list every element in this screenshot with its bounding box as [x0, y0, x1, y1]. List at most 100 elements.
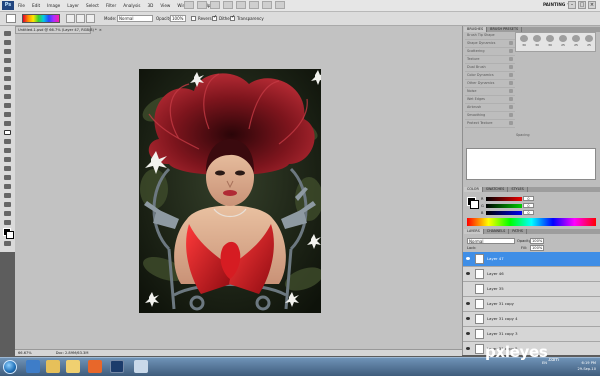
bridge-icon[interactable] — [184, 1, 194, 9]
marquee-tool[interactable] — [3, 39, 12, 46]
photoshop-taskbar-icon[interactable] — [110, 360, 124, 373]
visibility-eye-icon[interactable] — [466, 332, 470, 335]
brush-option[interactable]: Texture — [465, 56, 515, 64]
angle-gradient-icon[interactable] — [86, 14, 95, 23]
fill-field[interactable]: 100% — [530, 245, 544, 251]
menu-file[interactable]: File — [17, 3, 26, 8]
gradient-tool-preset-icon[interactable] — [6, 14, 16, 23]
visibility-eye-icon[interactable] — [466, 272, 470, 275]
color-spectrum-ramp[interactable] — [467, 218, 596, 226]
3d-rotate-tool[interactable] — [3, 192, 12, 199]
blur-tool[interactable] — [3, 138, 12, 145]
zoom-tool-icon[interactable] — [236, 1, 246, 9]
clone-stamp-tool[interactable] — [3, 102, 12, 109]
type-tool[interactable] — [3, 165, 12, 172]
pen-tool[interactable] — [3, 156, 12, 163]
brush-option[interactable]: Color Dynamics — [465, 72, 515, 80]
rotate-view-icon[interactable] — [249, 1, 259, 9]
layer-row[interactable]: Layer 31 copy — [463, 297, 600, 312]
layer-opacity-field[interactable]: 100% — [530, 238, 544, 244]
window-icon[interactable] — [134, 360, 148, 373]
dodge-tool[interactable] — [3, 147, 12, 154]
close-button[interactable]: × — [588, 1, 596, 9]
doc-size-readout[interactable]: Doc: 2.89M/63.3M — [56, 351, 89, 355]
dither-checkbox[interactable] — [212, 14, 217, 21]
brush-option[interactable]: Noise — [465, 88, 515, 96]
clock-date[interactable]: 29-Sep-10 — [577, 367, 596, 371]
history-brush-tool[interactable] — [3, 111, 12, 118]
zoom-level-icon[interactable] — [210, 1, 220, 9]
brush-tip[interactable]: 30 — [531, 34, 543, 51]
gradient-picker[interactable] — [22, 14, 60, 23]
menu-layer[interactable]: Layer — [66, 3, 80, 8]
layer-row[interactable]: Layer 47 — [463, 252, 600, 267]
arrange-documents-icon[interactable] — [262, 1, 272, 9]
blue-slider[interactable]: B 0 — [481, 210, 537, 216]
blue-slider-track[interactable] — [486, 211, 522, 215]
brush-tip[interactable]: 30 — [544, 34, 556, 51]
tab-layers[interactable]: LAYERS — [464, 229, 484, 234]
ie-icon[interactable] — [26, 360, 40, 373]
firefox-icon[interactable] — [88, 360, 102, 373]
menu-filter[interactable]: Filter — [105, 3, 117, 8]
menu-analysis[interactable]: Analysis — [122, 3, 141, 8]
layer-row[interactable]: Layer 31 copy 4 — [463, 312, 600, 327]
minimize-button[interactable]: – — [568, 1, 576, 9]
tab-color[interactable]: COLOR — [464, 187, 483, 192]
brush-option[interactable]: Brush Tip Shape — [465, 32, 515, 40]
blue-value-field[interactable]: 0 — [523, 210, 534, 215]
hand-tool-icon[interactable] — [223, 1, 233, 9]
visibility-eye-icon[interactable] — [466, 317, 470, 320]
reverse-checkbox[interactable] — [191, 16, 196, 21]
path-select-tool[interactable] — [3, 174, 12, 181]
tab-swatches[interactable]: SWATCHES — [483, 187, 509, 192]
menu-edit[interactable]: Edit — [31, 3, 41, 8]
shape-tool[interactable] — [3, 183, 12, 190]
gradient-tool[interactable] — [3, 129, 12, 136]
3d-orbit-tool[interactable] — [3, 201, 12, 208]
menu-image[interactable]: Image — [46, 3, 61, 8]
transparency-checkbox[interactable] — [230, 14, 235, 21]
blend-mode-select[interactable]: Normal — [467, 238, 515, 244]
eraser-tool[interactable] — [3, 120, 12, 127]
brush-tip[interactable]: 25 — [583, 34, 595, 51]
menu-view[interactable]: View — [159, 3, 171, 8]
brush-option[interactable]: Dual Brush — [465, 64, 515, 72]
move-tool[interactable] — [3, 30, 12, 37]
brush-option[interactable]: Other Dynamics — [465, 80, 515, 88]
quick-mask-button[interactable] — [3, 240, 12, 247]
brush-option[interactable]: Airbrush — [465, 104, 515, 112]
tab-styles[interactable]: STYLES — [508, 187, 528, 192]
close-icon[interactable]: × — [99, 28, 102, 32]
crop-tool[interactable] — [3, 66, 12, 73]
healing-brush-tool[interactable] — [3, 84, 12, 91]
brush-option[interactable]: Protect Texture — [465, 120, 515, 128]
layer-row[interactable]: Layer 31 copy 3 — [463, 327, 600, 342]
brush-option[interactable]: Wet Edges — [465, 96, 515, 104]
red-slider-track[interactable] — [486, 197, 522, 201]
quick-select-tool[interactable] — [3, 57, 12, 64]
red-slider[interactable]: R 0 — [481, 196, 537, 202]
red-value-field[interactable]: 0 — [523, 196, 534, 201]
mini-bridge-icon[interactable] — [197, 1, 207, 9]
radial-gradient-icon[interactable] — [76, 14, 85, 23]
visibility-eye-icon[interactable] — [466, 302, 470, 305]
folder-icon[interactable] — [66, 360, 80, 373]
screen-mode-icon[interactable] — [275, 1, 285, 9]
brush-option[interactable]: Scattering — [465, 48, 515, 56]
document-canvas[interactable] — [139, 69, 321, 313]
zoom-tool[interactable] — [3, 219, 12, 226]
opacity-field[interactable]: 100% — [170, 15, 186, 22]
menu-select[interactable]: Select — [85, 3, 100, 8]
menu-3d[interactable]: 3D — [147, 3, 155, 8]
green-slider-track[interactable] — [486, 204, 522, 208]
visibility-eye-icon[interactable] — [466, 347, 470, 350]
explorer-icon[interactable] — [46, 360, 60, 373]
eyedropper-tool[interactable] — [3, 75, 12, 82]
lasso-tool[interactable] — [3, 48, 12, 55]
start-button[interactable] — [3, 360, 17, 374]
layer-row[interactable]: Layer 35 — [463, 282, 600, 297]
hand-tool[interactable] — [3, 210, 12, 217]
maximize-button[interactable]: □ — [578, 1, 586, 9]
background-color-chip[interactable] — [470, 200, 479, 209]
